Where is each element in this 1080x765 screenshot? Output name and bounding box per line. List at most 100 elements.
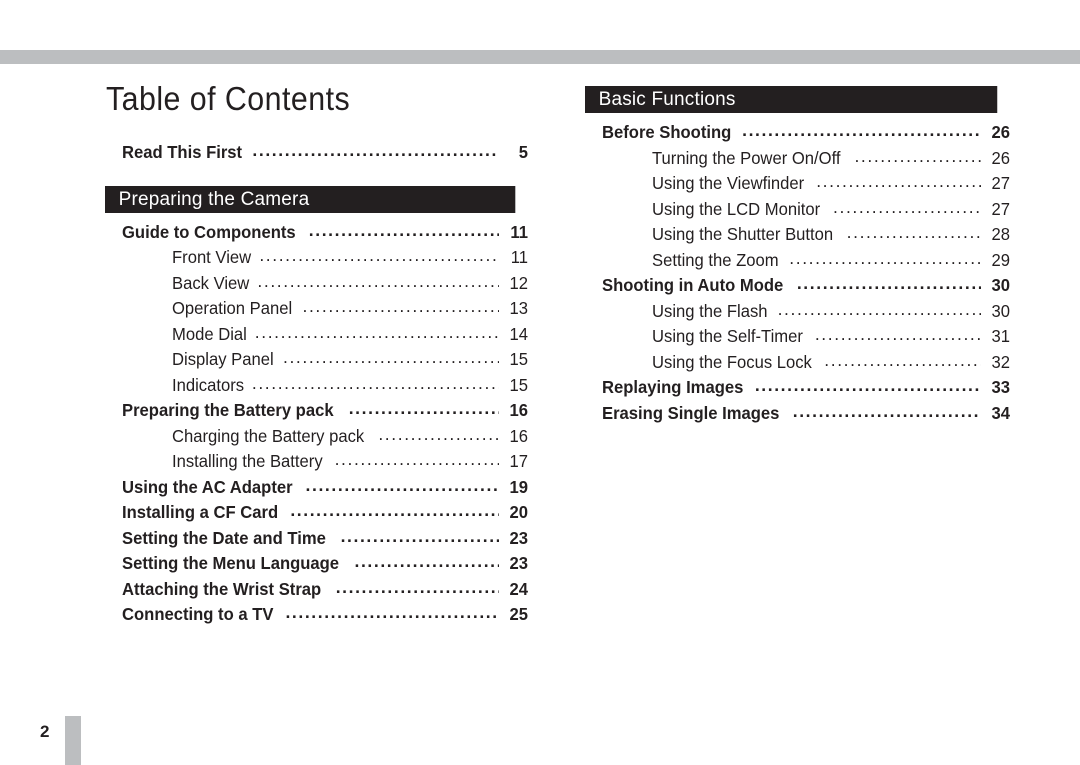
toc-entry[interactable]: Guide to Components.....................… [105,220,528,246]
toc-entry-label: Mode Dial [172,323,247,344]
toc-entry[interactable]: Front View..............................… [105,245,528,271]
footer-page-number: 2 [40,722,50,741]
toc-entry-page-number: 30 [991,275,1010,295]
toc-entry-label: Setting the Date and Time [122,527,326,548]
toc-leader-dots: ........................................… [285,602,499,622]
toc-entry-page-number: 12 [509,272,528,293]
toc-entry[interactable]: Turning the Power On/Off................… [585,146,1010,172]
left-column-body: Read This First.........................… [105,140,528,628]
toc-entry-label: Using the LCD Monitor [652,198,821,219]
toc-entry[interactable]: Using the Focus Lock....................… [585,350,1010,376]
toc-entry-page-number: 34 [991,402,1010,423]
toc-entry-page-number: 11 [510,221,528,242]
toc-entry[interactable]: Replaying Images........................… [585,375,1010,401]
toc-entry-page-number: 25 [509,604,528,624]
toc-leader-dots: ........................................… [742,120,981,140]
toc-entry-page-number: 28 [991,224,1010,244]
toc-leader-dots: ........................................… [257,270,499,291]
toc-entry-label: Installing a CF Card [122,502,279,522]
toc-entry-page-number: 17 [509,451,528,471]
toc-entry[interactable]: Back View...............................… [105,271,528,297]
toc-entry[interactable]: Attaching the Wrist Strap...............… [105,577,528,603]
section-header-bar: Preparing the Camera [105,185,516,213]
toc-entry-label: Setting the Menu Language [122,553,340,573]
toc-leader-dots: ........................................… [824,349,981,370]
toc-entry-label: Installing the Battery [172,451,323,471]
toc-entry[interactable]: Connecting to a TV......................… [105,602,528,628]
toc-entry-label: Display Panel [172,349,274,369]
footer-accent-bar [65,716,81,765]
toc-entry[interactable]: Preparing the Battery pack..............… [105,398,528,424]
toc-list: Read This First.........................… [105,140,528,166]
toc-entry[interactable]: Before Shooting.........................… [585,120,1010,146]
toc-entry-page-number: 16 [509,400,528,420]
toc-entry-page-number: 31 [991,326,1010,346]
toc-entry-label: Connecting to a TV [122,604,274,624]
toc-leader-dots: ........................................… [305,474,499,495]
toc-leader-dots: ........................................… [754,375,981,395]
toc-entry-page-number: 5 [518,142,528,162]
toc-entry[interactable]: Setting the Menu Language...............… [105,551,528,577]
toc-entry-label: Using the Viewfinder [652,173,805,193]
toc-entry-label: Using the Flash [652,300,768,321]
toc-entry[interactable]: Shooting in Auto Mode...................… [585,273,1010,299]
toc-leader-dots: ........................................… [846,222,981,242]
toc-entry[interactable]: Using the AC Adapter....................… [105,475,528,501]
toc-entry-page-number: 20 [509,502,528,522]
toc-leader-dots: ........................................… [254,321,499,342]
toc-entry-page-number: 26 [991,122,1010,142]
toc-entry[interactable]: Setting the Zoom........................… [585,248,1010,274]
toc-entry[interactable]: Display Panel...........................… [105,347,528,373]
toc-entry-page-number: 23 [509,527,528,548]
toc-leader-dots: ........................................… [251,372,499,393]
toc-leader-dots: ........................................… [340,525,499,546]
toc-entry-label: Read This First [122,142,243,162]
section-header-label: Preparing the Camera [118,188,310,210]
toc-entry-page-number: 15 [509,374,528,395]
toc-entry-page-number: 30 [991,300,1010,321]
toc-entry[interactable]: Using the Viewfinder....................… [585,171,1010,197]
toc-leader-dots: ........................................… [334,449,499,469]
toc-entry-page-number: 13 [509,298,528,318]
toc-leader-dots: ........................................… [354,551,499,571]
toc-leader-dots: ........................................… [796,273,981,293]
toc-entry[interactable]: Operation Panel.........................… [105,296,528,322]
toc-entry-page-number: 23 [509,553,528,573]
toc-entry[interactable]: Using the LCD Monitor...................… [585,197,1010,223]
toc-entry[interactable]: Erasing Single Images...................… [585,401,1010,427]
toc-entry[interactable]: Indicators..............................… [105,373,528,399]
section-header-bar: Basic Functions [585,86,998,113]
toc-entry-label: Using the AC Adapter [122,476,293,497]
toc-list: Guide to Components.....................… [105,220,528,628]
toc-list: Before Shooting.........................… [585,120,1010,426]
toc-entry[interactable]: Installing a CF Card....................… [105,500,528,526]
toc-entry-label: Using the Self-Timer [652,326,803,346]
toc-leader-dots: ........................................… [308,219,499,240]
toc-entry[interactable]: Installing the Battery..................… [105,449,528,475]
toc-entry[interactable]: Using the Self-Timer....................… [585,324,1010,350]
toc-entry-label: Turning the Power On/Off [652,147,841,168]
toc-leader-dots: ........................................… [833,196,981,217]
toc-leader-dots: ........................................… [290,500,499,520]
toc-leader-dots: ........................................… [283,347,499,367]
toc-entry[interactable]: Mode Dial...............................… [105,322,528,348]
toc-entry[interactable]: Setting the Date and Time...............… [105,526,528,552]
right-column: Basic Functions Before Shooting..........… [585,0,1010,426]
toc-entry-page-number: 15 [509,349,528,369]
toc-leader-dots: ........................................… [789,247,981,268]
toc-entry-label: Using the Focus Lock [652,351,812,372]
toc-entry-label: Charging the Battery pack [172,425,365,446]
toc-entry[interactable]: Using the Flash.........................… [585,299,1010,325]
toc-entry-page-number: 27 [991,173,1010,193]
toc-leader-dots: ........................................… [814,324,981,344]
toc-entry-page-number: 32 [991,351,1010,372]
toc-leader-dots: ........................................… [777,298,981,319]
toc-entry[interactable]: Using the Shutter Button................… [585,222,1010,248]
toc-entry[interactable]: Read This First.........................… [105,140,528,166]
toc-entry-label: Front View [172,247,252,267]
toc-entry-label: Back View [172,272,250,293]
toc-entry-page-number: 11 [510,247,528,267]
toc-entry-page-number: 19 [509,476,528,497]
toc-entry[interactable]: Charging the Battery pack...............… [105,424,528,450]
toc-leader-dots: ........................................… [816,171,981,191]
